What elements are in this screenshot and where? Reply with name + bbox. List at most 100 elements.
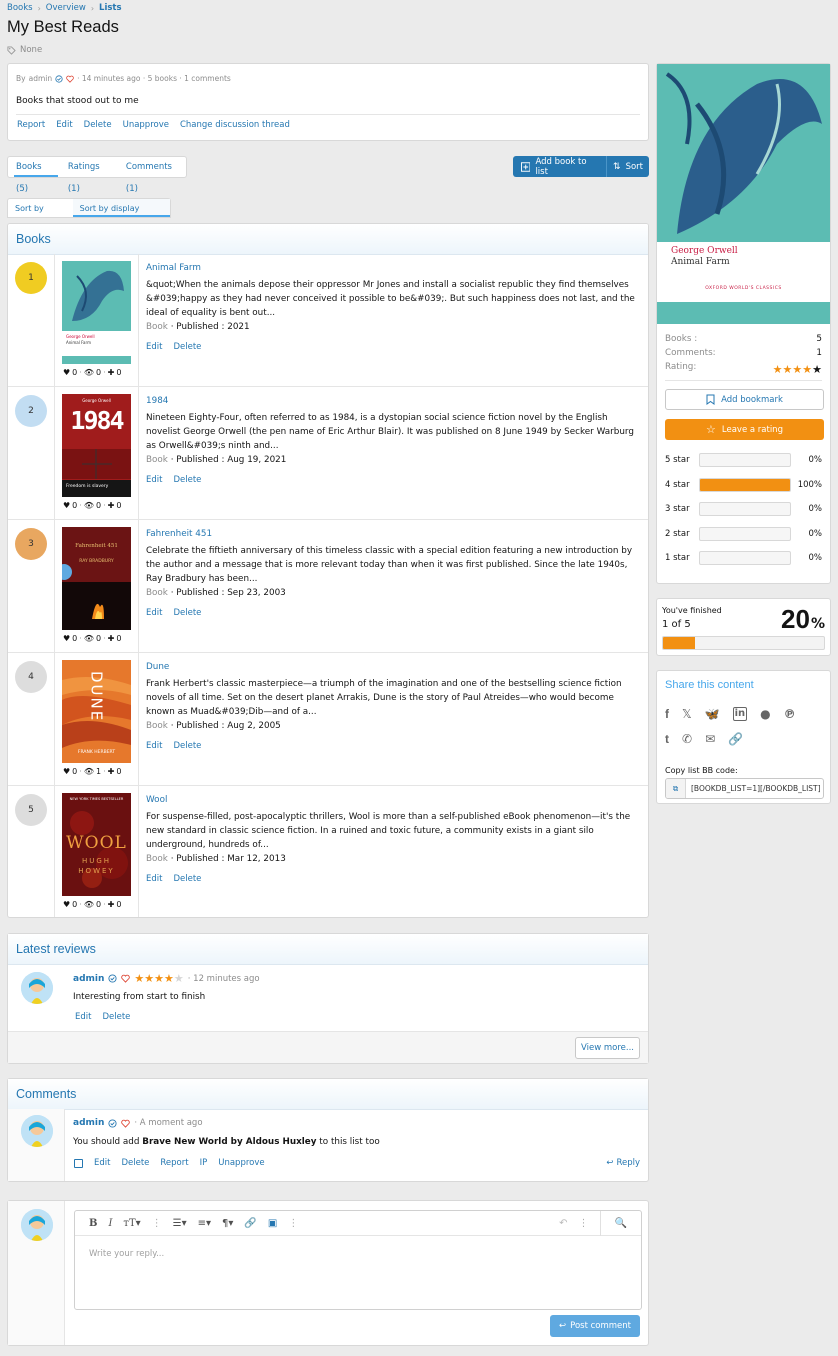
facebook-icon[interactable]: f <box>665 707 669 721</box>
avatar[interactable] <box>21 1209 53 1241</box>
unapprove-link[interactable]: Unapprove <box>218 1158 264 1168</box>
report-link[interactable]: Report <box>160 1158 188 1168</box>
book-title[interactable]: 1984 <box>146 396 168 406</box>
cover-author: FRANK HERBERT <box>77 750 116 755</box>
post-comment-button[interactable]: ↩ Post comment <box>550 1315 640 1337</box>
tab-comments[interactable]: Comments (1) <box>126 156 186 194</box>
cover-title: 1984 <box>70 406 124 435</box>
book-cover-dune[interactable]: DUNE FRANK HERBERT <box>62 660 131 763</box>
report-link[interactable]: Report <box>17 120 45 130</box>
tumblr-icon[interactable]: t <box>665 732 669 746</box>
delete-link[interactable]: Delete <box>173 874 201 884</box>
chevron-right-icon: › <box>37 3 41 13</box>
more-vertical-icon[interactable]: ⋮ <box>579 1218 589 1229</box>
bb-code-field[interactable]: ⧉ [BOOKDB_LIST=1][/BOOKDB_LIST] <box>665 778 824 799</box>
edit-link[interactable]: Edit <box>56 120 72 130</box>
tab-ratings[interactable]: Ratings (1) <box>68 156 114 194</box>
add-bookmark-button[interactable]: Add bookmark <box>665 389 824 410</box>
link-icon[interactable]: 🔗 <box>728 732 743 746</box>
image-icon[interactable]: ▣ <box>268 1218 277 1229</box>
pinterest-icon[interactable]: ℗ <box>784 707 796 721</box>
bluesky-icon[interactable]: 🦋 <box>705 707 720 721</box>
avatar[interactable] <box>21 972 53 1004</box>
book-actions: Edit Delete <box>146 342 641 352</box>
preview-icon[interactable]: 🔍 <box>599 1210 641 1236</box>
delete-link[interactable]: Delete <box>84 120 112 130</box>
sort-by-book-tab[interactable]: Sort by book <box>8 199 73 233</box>
select-checkbox[interactable] <box>74 1158 83 1168</box>
reddit-icon[interactable]: ● <box>760 707 770 721</box>
sort-by-display-order-tab[interactable]: Sort by display order <box>72 199 170 233</box>
reply-avatar-cell <box>8 1201 65 1345</box>
paragraph-icon[interactable]: ¶▾ <box>222 1218 233 1229</box>
book-title[interactable]: Fahrenheit 451 <box>146 529 212 539</box>
text-size-icon[interactable]: тT▾ <box>123 1218 140 1229</box>
comment-author[interactable]: admin <box>73 1118 104 1128</box>
reply-input[interactable]: Write your reply... <box>89 1249 164 1259</box>
book-cover-wool[interactable]: NEW YORK TIMES BESTSELLER WOOL HUGH HOWE… <box>62 793 131 896</box>
delete-link[interactable]: Delete <box>173 475 201 485</box>
review-time: · 12 minutes ago <box>187 973 260 984</box>
progress-percent-value: 20 <box>781 604 810 634</box>
sort-button[interactable]: ⇅ Sort <box>607 156 649 177</box>
delete-link[interactable]: Delete <box>121 1158 149 1168</box>
add-book-button[interactable]: Add book to list <box>513 156 606 177</box>
book-cover-animal-farm[interactable]: George Orwell Animal Farm <box>62 261 131 364</box>
edit-link[interactable]: Edit <box>146 874 162 884</box>
unapprove-link[interactable]: Unapprove <box>123 120 169 130</box>
breadcrumb-books[interactable]: Books <box>7 3 33 13</box>
bold-icon[interactable]: B <box>89 1218 97 1229</box>
delete-link[interactable]: Delete <box>173 342 201 352</box>
leave-rating-button[interactable]: ☆ Leave a rating <box>665 419 824 440</box>
breadcrumb-lists[interactable]: Lists <box>99 3 122 13</box>
adds-count: 0 <box>116 767 122 776</box>
meta-author[interactable]: admin <box>29 74 53 83</box>
book-title[interactable]: Animal Farm <box>146 263 201 273</box>
ip-link[interactable]: IP <box>200 1158 208 1168</box>
linkedin-icon[interactable]: in <box>732 707 748 721</box>
book-title[interactable]: Dune <box>146 662 169 672</box>
book-type: Book <box>146 322 168 332</box>
list-icon[interactable]: ☰▾ <box>173 1218 187 1229</box>
email-icon[interactable]: ✉ <box>705 732 715 746</box>
more-vertical-icon[interactable]: ⋮ <box>152 1218 162 1229</box>
edit-link[interactable]: Edit <box>94 1158 110 1168</box>
change-thread-link[interactable]: Change discussion thread <box>180 120 290 130</box>
review-item: admin ★★★★★ · 12 minutes ago Interesting… <box>8 965 648 1033</box>
edit-link[interactable]: Edit <box>146 475 162 485</box>
review-author[interactable]: admin <box>73 974 104 984</box>
share-heading: Share this content <box>665 679 754 691</box>
delete-link[interactable]: Delete <box>102 1012 130 1022</box>
breadcrumb-overview[interactable]: Overview <box>46 3 86 13</box>
rating-breakdown-row: 4 star 100% <box>665 477 822 493</box>
rank-badge: 5 <box>15 794 47 826</box>
edit-link[interactable]: Edit <box>146 741 162 751</box>
book-cover-fahrenheit-451[interactable]: Fahrenheit 451 RAY BRADBURY <box>62 527 131 630</box>
tab-books[interactable]: Books (5) <box>14 156 58 194</box>
breakdown-bar <box>699 526 791 541</box>
reply-link[interactable]: ↩ Reply <box>606 1158 640 1168</box>
edit-link[interactable]: Edit <box>146 608 162 618</box>
more-vertical-icon[interactable]: ⋮ <box>288 1218 298 1229</box>
x-icon[interactable]: 𝕏 <box>682 707 692 721</box>
heart-icon <box>121 974 131 983</box>
italic-icon[interactable]: I <box>108 1218 112 1229</box>
edit-link[interactable]: Edit <box>146 342 162 352</box>
star-filled-icon: ★ <box>772 363 783 376</box>
book-title[interactable]: Wool <box>146 795 167 805</box>
cover-title: WOOL <box>66 833 127 853</box>
delete-link[interactable]: Delete <box>173 608 201 618</box>
rank-badge: 2 <box>15 395 47 427</box>
delete-link[interactable]: Delete <box>173 741 201 751</box>
list-actions: Report Edit Delete Unapprove Change disc… <box>17 120 290 130</box>
avatar[interactable] <box>21 1115 53 1147</box>
copy-icon[interactable]: ⧉ <box>666 779 686 798</box>
view-more-button[interactable]: View more... <box>575 1037 640 1059</box>
comments-count-value: 1 <box>816 348 822 358</box>
whatsapp-icon[interactable]: ✆ <box>682 732 692 746</box>
edit-link[interactable]: Edit <box>75 1012 91 1022</box>
link-icon[interactable]: 🔗 <box>244 1218 256 1229</box>
book-cover-1984[interactable]: George Orwell 1984 Freedom is slavery <box>62 394 131 497</box>
align-icon[interactable]: ≡▾ <box>198 1218 211 1229</box>
undo-icon[interactable]: ↶ <box>559 1218 567 1229</box>
